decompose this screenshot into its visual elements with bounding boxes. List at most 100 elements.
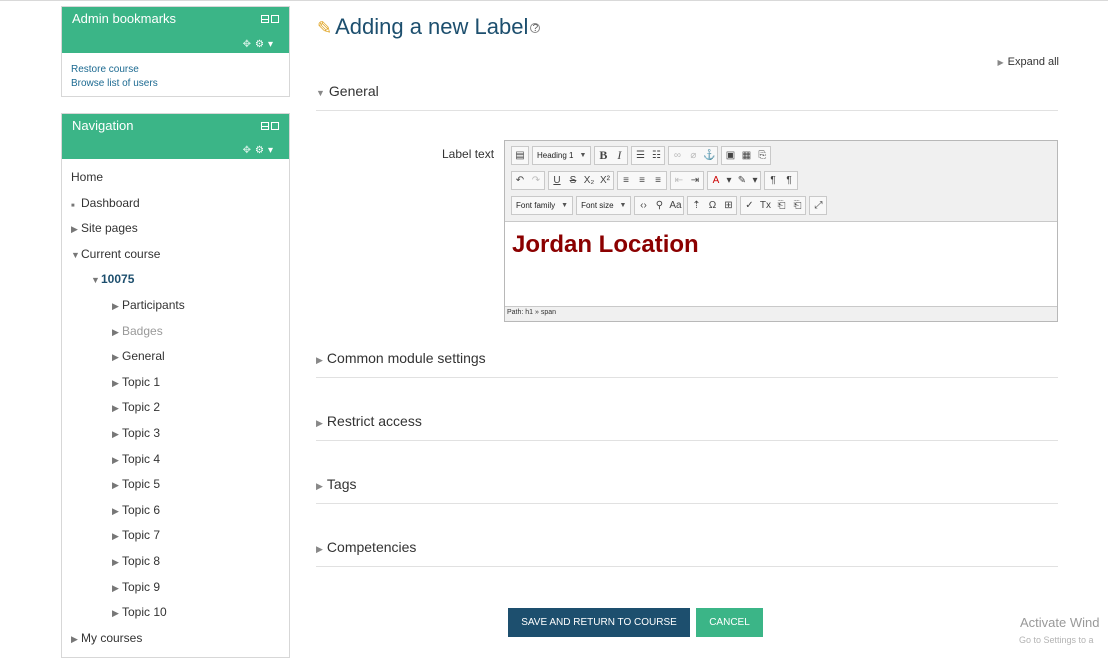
- nav-item[interactable]: ▶ Badges: [112, 324, 163, 338]
- nav-item-label: Dashboard: [81, 196, 140, 210]
- nav-item[interactable]: ▶ Topic 1: [112, 375, 160, 389]
- media-icon[interactable]: ▦: [738, 147, 754, 164]
- dock-icons[interactable]: [261, 122, 279, 130]
- editor-heading-text[interactable]: Jordan Location: [512, 231, 699, 259]
- cleanup-icon[interactable]: ✓: [741, 197, 757, 214]
- caret-right-icon: ▶: [316, 355, 323, 365]
- indent-icon[interactable]: ⇥: [687, 172, 703, 189]
- caret-right-icon: ▶: [71, 224, 78, 234]
- block-actions[interactable]: ✥⚙▾: [243, 39, 277, 50]
- subscript-icon[interactable]: X₂: [581, 172, 597, 189]
- font-family-select[interactable]: Font family ▼: [512, 197, 572, 214]
- top-border: [0, 0, 1108, 1]
- outdent-icon[interactable]: ⇤: [671, 172, 687, 189]
- dock-icon[interactable]: [271, 15, 279, 23]
- block-actions[interactable]: ✥⚙▾: [243, 145, 277, 156]
- table-icon[interactable]: ⊞: [720, 197, 736, 214]
- align-center-icon[interactable]: ≡: [634, 172, 650, 189]
- section-restrict-toggle[interactable]: ▶ Restrict access: [316, 413, 422, 429]
- nav-item[interactable]: ▼10075: [91, 272, 134, 286]
- navigation-title: Navigation: [72, 118, 134, 133]
- nav-item-label: 10075: [101, 272, 135, 286]
- undo-icon[interactable]: ↶: [512, 172, 528, 189]
- collapse-icon[interactable]: [261, 122, 269, 130]
- strikethrough-icon[interactable]: S: [565, 172, 581, 189]
- nav-item[interactable]: ▶ Participants: [112, 298, 185, 312]
- paste-word-icon[interactable]: ⎗: [789, 197, 805, 214]
- clear-format-icon[interactable]: Tx: [757, 197, 773, 214]
- collapse-icon[interactable]: [261, 15, 269, 23]
- underline-icon[interactable]: U: [549, 172, 565, 189]
- image-icon[interactable]: ▣: [722, 147, 738, 164]
- nav-item[interactable]: ▶ Topic 7: [112, 528, 160, 542]
- nav-item-label: Topic 8: [122, 554, 161, 568]
- section-tags-toggle[interactable]: ▶ Tags: [316, 476, 357, 492]
- nav-item[interactable]: ▶ Topic 2: [112, 400, 160, 414]
- font-size-select[interactable]: Font size ▼: [577, 197, 630, 214]
- nav-item[interactable]: ▶ Topic 8: [112, 554, 160, 568]
- bookmark-restore-course[interactable]: Restore course: [71, 63, 289, 77]
- anchor-icon[interactable]: ⚓: [701, 147, 717, 164]
- align-right-icon[interactable]: ≡: [650, 172, 666, 189]
- nav-item[interactable]: ■ Dashboard: [71, 196, 140, 210]
- nav-item-label: General: [122, 349, 165, 363]
- nav-item[interactable]: Home: [71, 170, 103, 184]
- nav-item[interactable]: ▶ Topic 10: [112, 605, 167, 619]
- toolbar-row-3: Font family ▼ Font size ▼ ‹› ⚲ Aa ⇡ Ω ⊞ ✓ Tx ⎗ ⎗ …: [511, 196, 828, 215]
- cancel-button[interactable]: CANCEL: [696, 608, 763, 637]
- rtl-icon[interactable]: ¶: [781, 172, 797, 189]
- save-and-return-button[interactable]: SAVE AND RETURN TO COURSE: [508, 608, 690, 637]
- paste-text-icon[interactable]: ⎗: [773, 197, 789, 214]
- bookmark-browse-users[interactable]: Browse list of users: [71, 77, 289, 91]
- nav-item-label: Topic 6: [122, 503, 161, 517]
- nav-item[interactable]: ▶ Topic 9: [112, 580, 160, 594]
- activate-windows-title: Activate Wind: [1020, 615, 1100, 630]
- navigation-header: Navigation ✥⚙▾: [62, 114, 289, 159]
- find-replace-icon[interactable]: ⚲: [651, 197, 667, 214]
- align-left-icon[interactable]: ≡: [618, 172, 634, 189]
- fullscreen-icon[interactable]: ⤢: [810, 197, 826, 214]
- heading-select[interactable]: Heading 1 ▼: [533, 147, 590, 164]
- bold-icon[interactable]: B: [595, 147, 611, 164]
- gear-icon[interactable]: ⚙▾: [255, 39, 277, 50]
- nav-item[interactable]: ▶ Site pages: [71, 221, 138, 235]
- background-color-arrow-icon[interactable]: ▾: [750, 172, 760, 189]
- numbered-list-icon[interactable]: ☷: [648, 147, 664, 164]
- nav-item[interactable]: ▶ Topic 3: [112, 426, 160, 440]
- dock-icons[interactable]: [261, 15, 279, 23]
- upload-icon[interactable]: ⇡: [688, 197, 704, 214]
- special-char-icon[interactable]: Ω: [704, 197, 720, 214]
- nav-item[interactable]: ▶ Topic 4: [112, 452, 160, 466]
- superscript-icon[interactable]: X²: [597, 172, 613, 189]
- text-color-icon[interactable]: A: [708, 172, 724, 189]
- expand-all-link[interactable]: ▶ Expand all: [997, 56, 1059, 68]
- nav-item-label: Topic 4: [122, 452, 161, 466]
- gear-icon[interactable]: ⚙▾: [255, 145, 277, 156]
- nav-item-label: Home: [71, 170, 104, 184]
- section-competencies-toggle[interactable]: ▶ Competencies: [316, 539, 416, 555]
- nav-item[interactable]: ▶ General: [112, 349, 165, 363]
- background-color-icon[interactable]: ✎: [734, 172, 750, 189]
- redo-icon[interactable]: ↷: [528, 172, 544, 189]
- section-common-toggle[interactable]: ▶ Common module settings: [316, 350, 486, 366]
- dock-icon[interactable]: [271, 122, 279, 130]
- nav-item[interactable]: ▼Current course: [71, 247, 160, 261]
- nav-item[interactable]: ▶ Topic 5: [112, 477, 160, 491]
- link-icon[interactable]: ∞: [669, 147, 685, 164]
- help-icon[interactable]: ?: [530, 23, 541, 34]
- rich-text-editor[interactable]: ▤ Heading 1 ▼ BI ☰ ☷ ∞ ⌀ ⚓ ▣ ▦ ⎘ ↶ ↷ U S X₂ X² ≡ ≡ ≡…: [504, 140, 1058, 322]
- caret-right-icon: ▶: [71, 634, 78, 644]
- bullet-list-icon[interactable]: ☰: [632, 147, 648, 164]
- nav-item[interactable]: ▶ My courses: [71, 631, 142, 645]
- toolbar-toggle-icon[interactable]: ▤: [512, 147, 528, 164]
- nav-item[interactable]: ▶ Topic 6: [112, 503, 160, 517]
- section-general-toggle[interactable]: ▼ General: [316, 83, 379, 99]
- italic-icon[interactable]: I: [611, 147, 627, 164]
- case-icon[interactable]: Aa: [667, 197, 683, 214]
- editor-content-area[interactable]: Jordan Location: [505, 221, 1057, 307]
- text-color-arrow-icon[interactable]: ▾: [724, 172, 734, 189]
- unlink-icon[interactable]: ⌀: [685, 147, 701, 164]
- code-icon[interactable]: ‹›: [635, 197, 651, 214]
- ltr-icon[interactable]: ¶: [765, 172, 781, 189]
- file-icon[interactable]: ⎘: [754, 147, 770, 164]
